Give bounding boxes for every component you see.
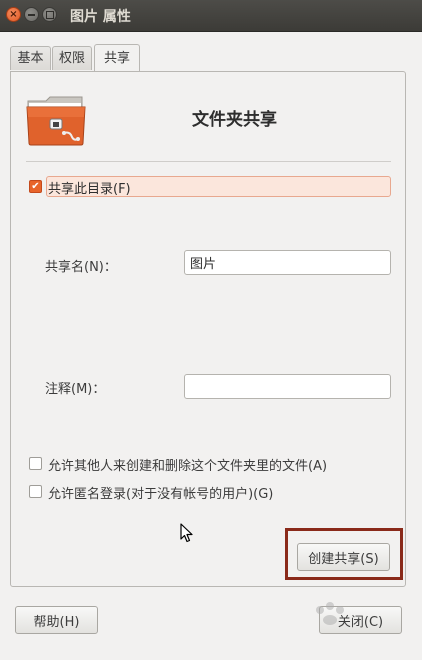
folder-share-icon [26,96,86,146]
guest-access-label: 允许匿名登录(对于没有帐号的用户)(G) [48,487,274,502]
comment-label: 注释(M)： [45,382,106,397]
tab-share[interactable]: 共享 [94,44,140,71]
close-dialog-button[interactable]: 关闭(C) [319,606,402,634]
maximize-window-button[interactable] [42,7,57,22]
tab-basic[interactable]: 基本 [10,46,51,70]
share-heading: 文件夹共享 [192,110,277,130]
help-button[interactable]: 帮助(H) [15,606,98,634]
close-window-button[interactable]: × [6,7,21,22]
allow-others-label: 允许其他人来创建和删除这个文件夹里的文件(A) [48,459,328,474]
share-folder-checkbox[interactable]: ✔ [29,180,42,193]
close-icon: × [9,8,18,20]
check-icon: ✔ [31,180,40,192]
divider [26,161,391,162]
tab-permissions[interactable]: 权限 [52,46,92,70]
title-bar: × 图片 属性 [0,0,422,32]
share-name-label: 共享名(N)： [45,260,117,275]
maximize-icon [45,10,54,19]
allow-others-checkbox[interactable] [29,457,42,470]
share-name-input[interactable] [184,250,391,275]
highlight-annotation [285,528,403,580]
window-title: 图片 属性 [70,9,131,25]
minimize-window-button[interactable] [24,7,39,22]
mouse-pointer-icon [180,523,193,543]
share-folder-label: 共享此目录(F) [48,182,131,197]
minimize-icon [28,13,35,16]
guest-access-checkbox[interactable] [29,485,42,498]
comment-input[interactable] [184,374,391,399]
